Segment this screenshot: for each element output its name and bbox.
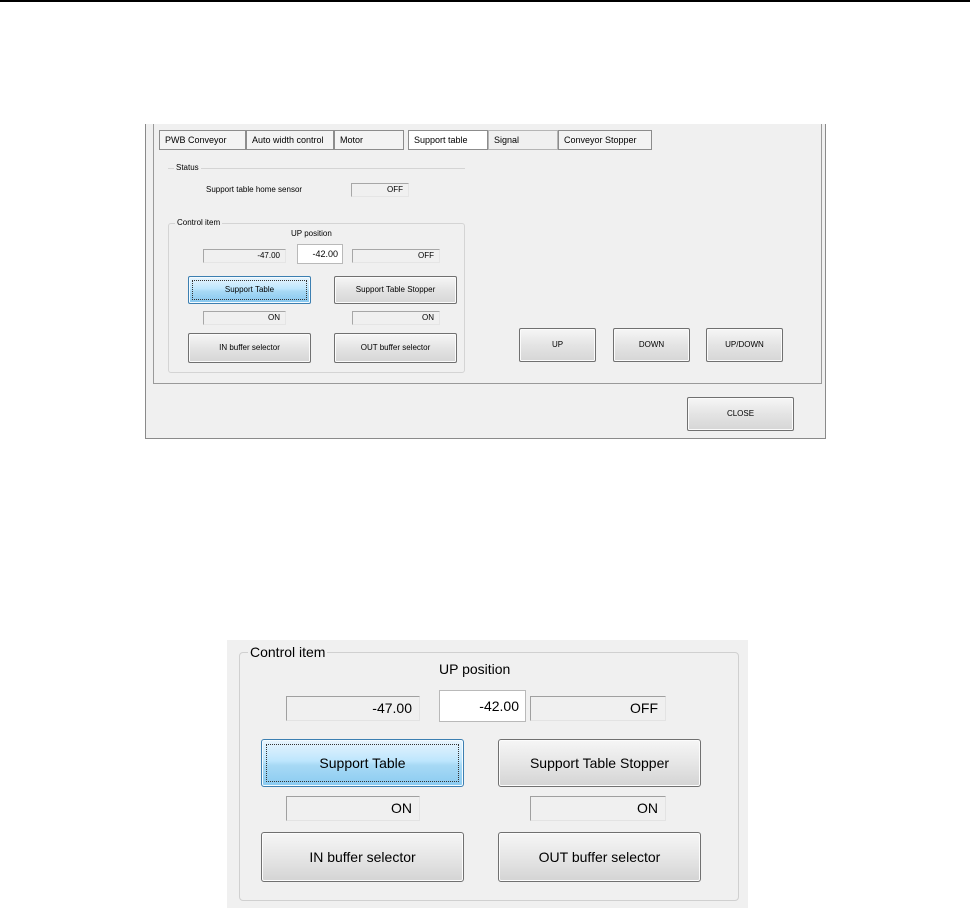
- status-group: Status Support table home sensor OFF: [168, 162, 465, 216]
- zoom-support-table-stopper-button-label: Support Table Stopper: [529, 755, 670, 771]
- focus-rect: [266, 744, 459, 782]
- zoom-up-position-input[interactable]: -42.00: [439, 690, 526, 722]
- down-button-label: DOWN: [638, 340, 665, 349]
- support-table-stopper-button-label: Support Table Stopper: [355, 285, 436, 294]
- tab-label: Signal: [494, 135, 520, 145]
- up-button-label: UP: [551, 340, 564, 349]
- control-item-group-label: Control item: [175, 217, 223, 229]
- zoom-out-buffer-selector-button[interactable]: OUT buffer selector: [498, 832, 701, 882]
- tab-label: Auto width control: [252, 135, 324, 145]
- tab-pwb-conveyor[interactable]: PWB Conveyor: [159, 130, 246, 150]
- updown-button[interactable]: UP/DOWN: [706, 328, 783, 362]
- page-top-rule: [0, 0, 970, 2]
- zoom-out-buffer-selector-label: OUT buffer selector: [538, 849, 661, 865]
- tab-signal[interactable]: Signal: [488, 130, 558, 150]
- status-group-label: Status: [174, 162, 201, 174]
- zoom-support-table-state: ON: [286, 796, 420, 821]
- zoom-support-table-stopper-state: ON: [530, 796, 666, 821]
- home-sensor-value: OFF: [351, 183, 409, 197]
- current-position-field: -47.00: [203, 249, 286, 263]
- zoom-control-item-label: Control item: [248, 643, 328, 661]
- support-table-stopper-button[interactable]: Support Table Stopper: [334, 276, 457, 304]
- zoom-in-buffer-selector-button[interactable]: IN buffer selector: [261, 832, 464, 882]
- tab-motor[interactable]: Motor: [334, 130, 404, 150]
- tab-label: Motor: [340, 135, 364, 145]
- zoom-in-buffer-selector-label: IN buffer selector: [309, 849, 416, 865]
- close-button-label: CLOSE: [726, 409, 755, 418]
- tab-label: PWB Conveyor: [165, 135, 227, 145]
- tab-auto-width-control[interactable]: Auto width control: [246, 130, 334, 150]
- out-buffer-selector-label: OUT buffer selector: [360, 343, 431, 352]
- tab-label: Conveyor Stopper: [564, 135, 637, 145]
- in-buffer-selector-button[interactable]: IN buffer selector: [188, 333, 311, 363]
- support-table-state: ON: [203, 311, 286, 325]
- down-button[interactable]: DOWN: [613, 328, 690, 362]
- zoom-support-table-stopper-button[interactable]: Support Table Stopper: [498, 739, 701, 787]
- support-table-stopper-state: ON: [352, 311, 440, 325]
- zoom-control-item-group: Control item UP position -47.00 -42.00 O…: [239, 643, 739, 901]
- tab-label: Support table: [414, 135, 468, 145]
- in-buffer-selector-label: IN buffer selector: [219, 343, 280, 352]
- zoom-support-table-button[interactable]: Support Table: [261, 739, 464, 787]
- tab-conveyor-stopper[interactable]: Conveyor Stopper: [558, 130, 652, 150]
- up-position-input[interactable]: -42.00: [297, 244, 343, 264]
- up-button[interactable]: UP: [519, 328, 596, 362]
- home-sensor-label: Support table home sensor: [206, 185, 303, 194]
- up-position-label: UP position: [291, 229, 332, 238]
- focus-rect: [192, 280, 307, 300]
- updown-button-label: UP/DOWN: [725, 340, 764, 349]
- control-item-group: Control item UP position -47.00 -42.00 O…: [168, 217, 465, 373]
- support-table-window: PWB Conveyor Auto width control Motor Su…: [145, 124, 826, 439]
- zoom-up-position-state: OFF: [530, 696, 666, 721]
- zoom-current-position-field: -47.00: [286, 696, 420, 721]
- support-table-button[interactable]: Support Table: [188, 276, 311, 304]
- close-button[interactable]: CLOSE: [687, 397, 794, 431]
- up-position-state: OFF: [352, 249, 440, 263]
- tab-support-table[interactable]: Support table: [408, 130, 488, 150]
- out-buffer-selector-button[interactable]: OUT buffer selector: [334, 333, 457, 363]
- zoom-up-position-label: UP position: [439, 661, 511, 677]
- tab-panel: PWB Conveyor Auto width control Motor Su…: [153, 124, 822, 384]
- control-item-zoom: Control item UP position -47.00 -42.00 O…: [227, 640, 748, 908]
